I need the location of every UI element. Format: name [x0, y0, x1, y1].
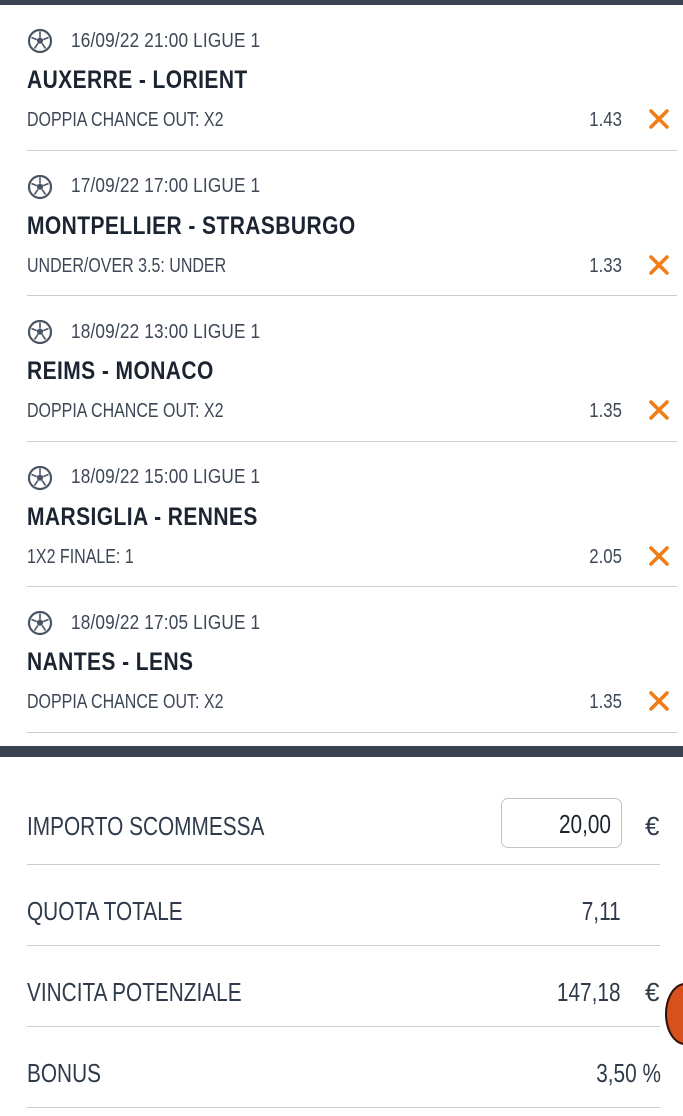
total-odds-value: 7,11 — [582, 896, 621, 926]
soccer-ball-icon — [27, 174, 53, 199]
stake-input[interactable] — [531, 809, 611, 840]
match-name: MONTPELLIER - STRASBURGO — [27, 211, 356, 240]
stake-label: IMPORTO SCOMMESSA — [27, 811, 265, 841]
bet-item: 18/09/22 13:00 LIGUE 1 REIMS - MONACO DO… — [0, 296, 683, 442]
bet-odd: 2.05 — [589, 545, 622, 568]
match-name: NANTES - LENS — [27, 648, 194, 676]
close-icon[interactable] — [648, 399, 670, 421]
close-icon[interactable] — [648, 108, 670, 130]
bet-summary: IMPORTO SCOMMESSA € QUOTA TOTALE 7,11 VI… — [0, 757, 683, 1108]
bet-market: 1X2 FINALE: 1 — [27, 545, 134, 568]
match-name: AUXERRE - LORIENT — [27, 66, 248, 94]
potential-win-label: VINCITA POTENZIALE — [27, 977, 242, 1007]
close-icon[interactable] — [648, 690, 670, 712]
soccer-ball-icon — [27, 465, 53, 490]
row-divider — [27, 1107, 660, 1108]
potential-win-row: VINCITA POTENZIALE 147,18 € — [0, 946, 683, 1027]
bet-market: DOPPIA CHANCE OUT: X2 — [27, 109, 224, 131]
event-datetime-league: 16/09/22 21:00 LIGUE 1 — [71, 29, 261, 52]
soccer-ball-icon — [27, 28, 53, 54]
bet-odd: 1.35 — [589, 691, 622, 713]
bet-market: DOPPIA CHANCE OUT: X2 — [27, 400, 224, 422]
row-divider — [27, 731, 677, 733]
soccer-ball-icon — [27, 610, 53, 636]
total-odds-row: QUOTA TOTALE 7,11 — [0, 865, 683, 946]
bonus-value: 3,50 % — [596, 1058, 661, 1088]
event-datetime-league: 18/09/22 13:00 LIGUE 1 — [71, 320, 261, 343]
match-name: REIMS - MONACO — [27, 357, 214, 385]
bet-item: 16/09/22 21:00 LIGUE 1 AUXERRE - LORIENT… — [0, 5, 683, 151]
event-datetime-league: 18/09/22 15:00 LIGUE 1 — [71, 466, 261, 488]
bet-item: 18/09/22 17:05 LIGUE 1 NANTES - LENS DOP… — [0, 587, 683, 733]
potential-win-currency: € — [645, 977, 660, 1007]
stake-input-box[interactable] — [501, 798, 622, 848]
bet-item: 17/09/22 17:00 LIGUE 1 MONTPELLIER - STR… — [0, 151, 683, 296]
soccer-ball-icon — [27, 319, 53, 345]
total-odds-label: QUOTA TOTALE — [27, 896, 183, 926]
close-icon[interactable] — [648, 254, 670, 276]
close-icon[interactable] — [648, 545, 670, 567]
bet-odd: 1.33 — [589, 254, 622, 277]
bet-odd: 1.35 — [589, 400, 622, 422]
bonus-label: BONUS — [27, 1058, 101, 1088]
bet-item: 18/09/22 15:00 LIGUE 1 MARSIGLIA - RENNE… — [0, 442, 683, 587]
event-datetime-league: 18/09/22 17:05 LIGUE 1 — [71, 611, 261, 634]
event-datetime-league: 17/09/22 17:00 LIGUE 1 — [71, 175, 261, 197]
bet-market: DOPPIA CHANCE OUT: X2 — [27, 691, 224, 713]
stake-currency: € — [645, 811, 660, 841]
stake-row: IMPORTO SCOMMESSA € — [0, 757, 683, 865]
bet-odd: 1.43 — [589, 109, 622, 131]
bonus-row: BONUS 3,50 % — [0, 1027, 683, 1108]
section-divider — [0, 746, 683, 757]
potential-win-value: 147,18 — [557, 977, 621, 1007]
bet-market: UNDER/OVER 3.5: UNDER — [27, 254, 227, 277]
bet-slip-list: 16/09/22 21:00 LIGUE 1 AUXERRE - LORIENT… — [0, 5, 683, 733]
match-name: MARSIGLIA - RENNES — [27, 502, 258, 531]
